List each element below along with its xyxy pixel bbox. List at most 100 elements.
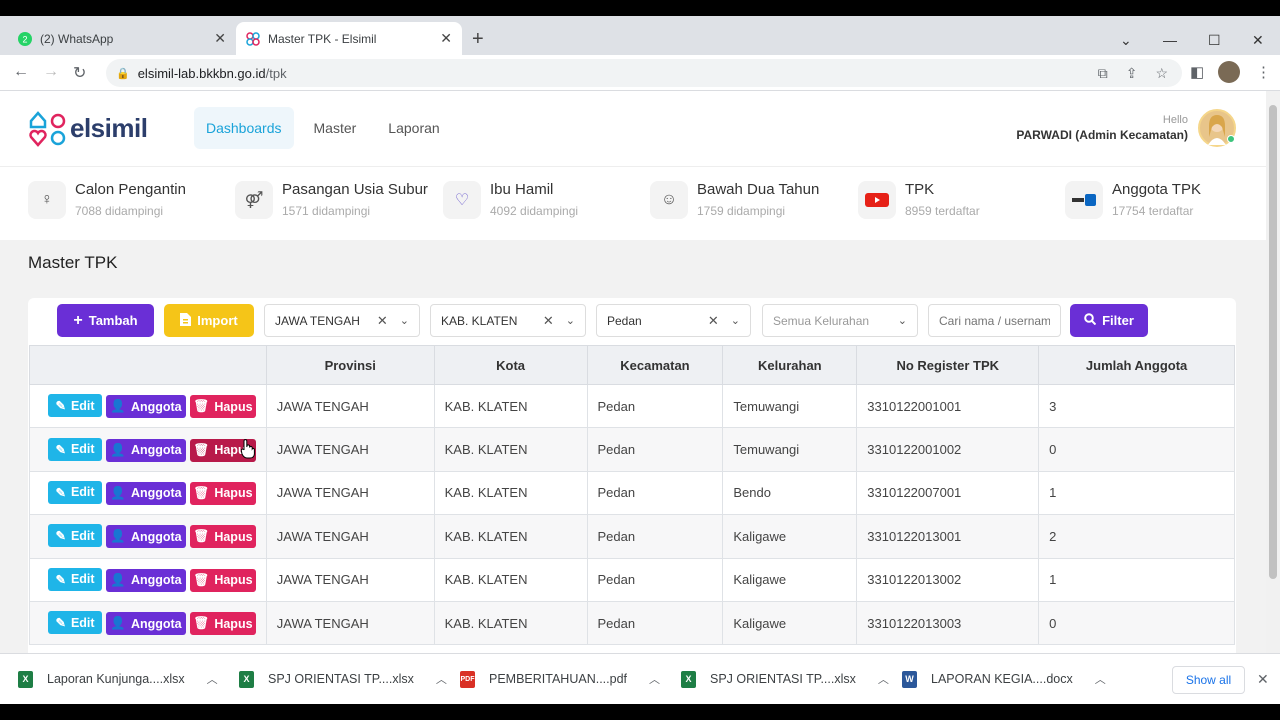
cell-kota: KAB. KLATEN xyxy=(433,557,588,602)
tpk-table: Provinsi Kota Kecamatan Kelurahan No Reg… xyxy=(29,345,1235,646)
stat-pasangan-usia-subur[interactable]: ⚤ Pasangan Usia Subur 1571 didampingi xyxy=(235,181,428,219)
svg-text:2: 2 xyxy=(22,34,27,44)
open-external-icon[interactable]: ⧉ xyxy=(1098,65,1108,82)
browser-tabstrip: 2 (2) WhatsApp ✕ Master TPK - Elsimil ✕ … xyxy=(0,16,1280,55)
nav-laporan[interactable]: Laporan xyxy=(376,107,451,149)
anggota-label: Anggota xyxy=(130,443,182,458)
chevron-up-icon[interactable]: ︿ xyxy=(207,671,218,687)
nav-master[interactable]: Master xyxy=(302,107,369,149)
cell-provinsi: JAWA TENGAH xyxy=(265,557,435,602)
download-item[interactable]: W LAPORAN KEGIA....docx ︿ xyxy=(902,667,1106,691)
tab-master-tpk[interactable]: Master TPK - Elsimil ✕ xyxy=(236,22,462,55)
anggota-label: Anggota xyxy=(130,529,182,544)
stat-tpk[interactable]: TPK 8959 terdaftar xyxy=(858,181,980,219)
anggota-button[interactable]: 👤 Anggota xyxy=(106,481,186,505)
bookmark-star-icon[interactable]: ☆ xyxy=(1155,65,1168,82)
page-scrollbar[interactable] xyxy=(1266,91,1280,653)
column-header-kelurahan[interactable]: Kelurahan xyxy=(722,345,858,385)
kelurahan-select[interactable]: Semua Kelurahan ⌄ xyxy=(762,304,918,337)
anggota-button[interactable]: 👤 Anggota xyxy=(106,568,186,592)
anggota-button[interactable]: 👤 Anggota xyxy=(106,438,186,462)
cell-kelurahan: Temuwangi xyxy=(722,427,858,472)
side-panel-icon[interactable]: ◧ xyxy=(1190,63,1204,81)
cell-provinsi: JAWA TENGAH xyxy=(265,427,435,472)
hapus-button[interactable]: 🗑 Hapus xyxy=(190,395,256,419)
column-header-jumlah-anggota[interactable]: Jumlah Anggota xyxy=(1038,345,1235,385)
forward-icon[interactable]: → xyxy=(43,63,59,81)
scrollbar-thumb[interactable] xyxy=(1269,105,1277,579)
cell-kota: KAB. KLATEN xyxy=(433,383,588,429)
edit-button[interactable]: ✎ Edit xyxy=(48,524,102,548)
maximize-icon[interactable]: ☐ xyxy=(1208,32,1221,49)
download-item[interactable]: X SPJ ORIENTASI TP....xlsx ︿ xyxy=(239,667,447,691)
word-file-icon: W xyxy=(902,670,917,688)
hapus-button[interactable]: 🗑 Hapus xyxy=(190,481,256,505)
stat-calon-pengantin[interactable]: ♀ Calon Pengantin 7088 didampingi xyxy=(28,181,186,219)
edit-button[interactable]: ✎ Edit xyxy=(48,437,102,461)
hapus-button[interactable]: 🗑 Hapus xyxy=(190,525,256,549)
edit-button[interactable]: ✎ Edit xyxy=(48,567,102,591)
column-header-no-register[interactable]: No Register TPK xyxy=(856,345,1040,385)
chevron-down-icon[interactable]: ⌄ xyxy=(898,314,907,327)
address-bar[interactable]: 🔒 elsimil-lab.bkkbn.go.id/tpk ⧉ ⇪ ☆ xyxy=(106,59,1182,87)
elsimil-logo[interactable]: elsimil xyxy=(28,109,148,147)
download-item[interactable]: PDF PEMBERITAHUAN....pdf ︿ xyxy=(460,667,660,691)
minimize-icon[interactable]: — xyxy=(1163,32,1177,48)
kota-select[interactable]: KAB. KLATEN ✕ ⌄ xyxy=(430,304,586,337)
chevron-up-icon[interactable]: ︿ xyxy=(436,671,447,687)
column-header-kecamatan[interactable]: Kecamatan xyxy=(586,345,724,385)
close-tab-icon[interactable]: ✕ xyxy=(214,30,226,47)
browser-menu-icon[interactable]: ⋮ xyxy=(1256,63,1271,81)
chevron-up-icon[interactable]: ︿ xyxy=(649,671,660,687)
tambah-button[interactable]: + Tambah xyxy=(57,304,154,337)
user-icon: 👤 xyxy=(110,529,126,544)
stat-anggota-tpk[interactable]: Anggota TPK 17754 terdaftar xyxy=(1065,181,1201,219)
import-button[interactable]: Import xyxy=(164,304,254,337)
row-actions: ✎ Edit 👤 Anggota 🗑 Hapus xyxy=(29,600,267,646)
filter-button[interactable]: Filter xyxy=(1070,304,1148,337)
chevron-down-icon[interactable]: ⌄ xyxy=(400,314,409,327)
kecamatan-select[interactable]: Pedan ✕ ⌄ xyxy=(596,304,751,337)
edit-button[interactable]: ✎ Edit xyxy=(48,394,102,418)
anggota-button[interactable]: 👤 Anggota xyxy=(106,395,186,419)
tab-whatsapp[interactable]: 2 (2) WhatsApp ✕ xyxy=(8,22,236,55)
chevron-down-icon[interactable]: ⌄ xyxy=(566,314,575,327)
window-close-icon[interactable]: ✕ xyxy=(1252,32,1264,49)
anggota-button[interactable]: 👤 Anggota xyxy=(106,525,186,549)
download-item[interactable]: X Laporan Kunjunga....xlsx ︿ xyxy=(18,667,218,691)
reload-icon[interactable]: ↻ xyxy=(73,63,86,83)
nav-dashboards[interactable]: Dashboards xyxy=(194,107,294,149)
back-icon[interactable]: ← xyxy=(13,63,29,81)
show-all-downloads-button[interactable]: Show all xyxy=(1172,666,1245,694)
new-tab-icon[interactable]: + xyxy=(472,28,484,51)
chevron-down-icon[interactable]: ⌄ xyxy=(731,314,740,327)
clear-icon[interactable]: ✕ xyxy=(377,313,388,329)
clear-icon[interactable]: ✕ xyxy=(543,313,554,329)
column-header-kota[interactable]: Kota xyxy=(433,345,588,385)
main-menu: Dashboards Master Laporan xyxy=(194,107,452,149)
column-header-provinsi[interactable]: Provinsi xyxy=(265,345,435,385)
pencil-icon: ✎ xyxy=(55,572,66,587)
hapus-button[interactable]: 🗑 Hapus xyxy=(190,568,256,592)
user-avatar[interactable] xyxy=(1198,109,1236,147)
chevron-up-icon[interactable]: ︿ xyxy=(878,671,889,687)
edit-button[interactable]: ✎ Edit xyxy=(48,480,102,504)
download-item[interactable]: X SPJ ORIENTASI TP....xlsx ︿ xyxy=(681,667,889,691)
kota-value: KAB. KLATEN xyxy=(441,313,518,328)
user-menu[interactable]: Hello PARWADI (Admin Kecamatan) xyxy=(1016,109,1236,147)
anggota-button[interactable]: 👤 Anggota xyxy=(106,612,186,636)
provinsi-select[interactable]: JAWA TENGAH ✕ ⌄ xyxy=(264,304,420,337)
hapus-button[interactable]: 🗑 Hapus xyxy=(190,612,256,636)
stat-ibu-hamil[interactable]: ♡ Ibu Hamil 4092 didampingi xyxy=(443,181,578,219)
edit-button[interactable]: ✎ Edit xyxy=(48,611,102,635)
clear-icon[interactable]: ✕ xyxy=(708,313,719,329)
chevron-up-icon[interactable]: ︿ xyxy=(1095,671,1106,687)
tab-search-icon[interactable]: ⌄ xyxy=(1120,32,1132,49)
share-icon[interactable]: ⇪ xyxy=(1126,65,1138,82)
cell-kelurahan: Temuwangi xyxy=(722,383,858,429)
stat-bawah-dua-tahun[interactable]: ☺ Bawah Dua Tahun 1759 didampingi xyxy=(650,181,819,219)
search-input[interactable] xyxy=(928,304,1061,337)
close-tab-icon[interactable]: ✕ xyxy=(440,30,452,47)
profile-avatar[interactable] xyxy=(1218,61,1240,83)
close-downloads-icon[interactable]: ✕ xyxy=(1257,671,1269,688)
